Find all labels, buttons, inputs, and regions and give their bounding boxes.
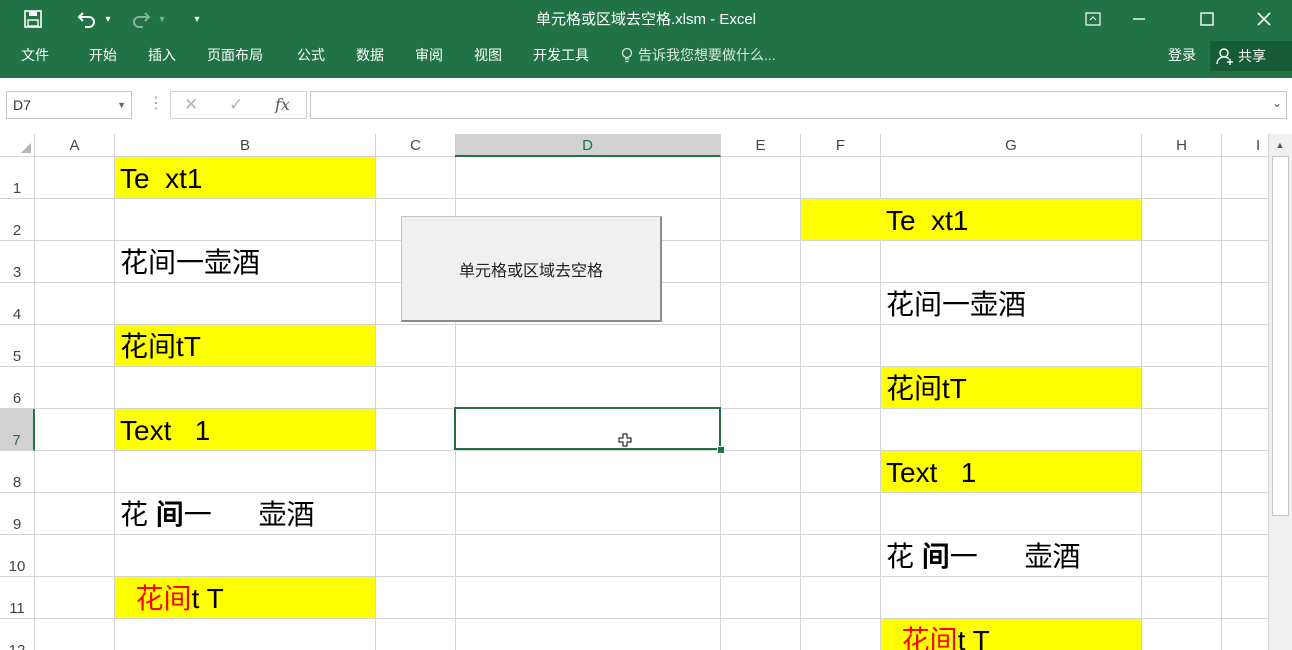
cell-f2-fill xyxy=(801,199,881,240)
tell-me-box[interactable]: 告诉我您想要做什么... xyxy=(620,38,776,72)
expand-formula-bar-icon[interactable]: ⌄ xyxy=(1272,96,1282,110)
cell-b11-text-red: 花间 xyxy=(120,583,192,614)
formula-input[interactable]: ⌄ xyxy=(310,91,1287,119)
tab-view[interactable]: 视图 xyxy=(474,38,502,72)
formula-bar: D7 ▼ ⋮ ✕ ✓ fx ⌄ xyxy=(0,78,1292,134)
cell-g10-text-bold: 间 xyxy=(921,541,950,572)
tab-insert[interactable]: 插入 xyxy=(148,38,176,72)
tab-formulas[interactable]: 公式 xyxy=(297,38,325,72)
tab-file[interactable]: 文件 xyxy=(21,38,49,72)
minimize-icon[interactable] xyxy=(1116,0,1162,38)
cell-b1[interactable]: Te xt1 xyxy=(120,162,202,196)
name-box-dropdown-icon[interactable]: ▼ xyxy=(117,92,126,118)
tab-review[interactable]: 审阅 xyxy=(415,38,443,72)
column-header-d[interactable]: D xyxy=(455,134,721,157)
cell-g6[interactable]: 花间tT xyxy=(886,372,967,406)
tab-data[interactable]: 数据 xyxy=(356,38,384,72)
scroll-thumb[interactable] xyxy=(1272,156,1289,516)
row-header-11[interactable]: 11 xyxy=(0,577,35,619)
name-box-value: D7 xyxy=(13,97,31,113)
column-header-a[interactable]: A xyxy=(35,134,115,157)
cell-b11-text-rest: t T xyxy=(191,583,224,614)
row-header-8[interactable]: 8 xyxy=(0,451,35,493)
cell-g10[interactable]: 花 间一 壶酒 xyxy=(886,540,1080,574)
enter-icon[interactable]: ✓ xyxy=(229,92,243,118)
tab-developer[interactable]: 开发工具 xyxy=(533,38,589,72)
row-header-7[interactable]: 7 xyxy=(0,409,35,451)
lightbulb-icon xyxy=(621,47,633,63)
title-bar: ▾ ▾ ▾ 单元格或区域去空格.xlsm - Excel xyxy=(0,0,1292,38)
row-header-12[interactable]: 12 xyxy=(0,619,35,650)
row-header-4[interactable]: 4 xyxy=(0,283,35,325)
name-box[interactable]: D7 ▼ xyxy=(6,91,132,119)
tell-me-text: 告诉我您想要做什么... xyxy=(638,47,776,63)
redo-icon xyxy=(126,0,156,38)
cell-g10-text-2: 一 壶酒 xyxy=(949,541,1081,572)
cell-b11[interactable]: 花间t T xyxy=(120,582,224,616)
row-header-5[interactable]: 5 xyxy=(0,325,35,367)
save-icon[interactable] xyxy=(18,0,48,38)
cell-b3[interactable]: 花间一壶酒 xyxy=(120,246,260,280)
row-header-9[interactable]: 9 xyxy=(0,493,35,535)
formula-bar-grip-icon[interactable]: ⋮ xyxy=(148,96,164,112)
person-icon xyxy=(1216,48,1233,65)
cell-b9-text-2: 一 壶酒 xyxy=(183,499,315,530)
column-header-b[interactable]: B xyxy=(115,134,376,157)
vertical-scrollbar[interactable]: ▲ xyxy=(1268,134,1292,650)
undo-dropdown-icon[interactable]: ▾ xyxy=(102,0,114,38)
tab-page-layout[interactable]: 页面布局 xyxy=(207,38,263,72)
customize-qat-icon[interactable]: ▾ xyxy=(190,0,204,38)
cell-cursor-icon xyxy=(618,433,632,447)
worksheet-grid[interactable]: A B C D E F G H I 1 2 3 4 5 6 7 8 9 10 1… xyxy=(0,134,1268,650)
login-link[interactable]: 登录 xyxy=(1168,38,1196,72)
redo-dropdown-icon: ▾ xyxy=(159,13,165,25)
cell-g2[interactable]: Te xt1 xyxy=(886,204,968,238)
cell-b5[interactable]: 花间tT xyxy=(120,330,201,364)
share-button[interactable]: 共享 xyxy=(1210,41,1292,71)
insert-function-icon[interactable]: fx xyxy=(275,92,290,118)
fill-handle[interactable] xyxy=(717,446,725,454)
column-header-e[interactable]: E xyxy=(721,134,801,157)
row-header-2[interactable]: 2 xyxy=(0,199,35,241)
cell-b7[interactable]: Text 1 xyxy=(120,414,210,448)
cancel-icon[interactable]: ✕ xyxy=(184,92,198,118)
maximize-icon[interactable] xyxy=(1184,0,1230,38)
cell-b9-text-bold: 间 xyxy=(155,499,184,530)
active-cell-d7[interactable] xyxy=(454,407,721,450)
cell-g8[interactable]: Text 1 xyxy=(886,456,976,490)
column-header-g[interactable]: G xyxy=(881,134,1142,157)
cell-g4[interactable]: 花间一壶酒 xyxy=(886,288,1026,322)
column-header-h[interactable]: H xyxy=(1142,134,1222,157)
column-header-c[interactable]: C xyxy=(376,134,456,157)
tab-home[interactable]: 开始 xyxy=(89,38,117,72)
cell-g12-text-red: 花间 xyxy=(886,625,958,650)
row-header-1[interactable]: 1 xyxy=(0,157,35,199)
cell-g12[interactable]: 花间t T xyxy=(886,624,990,650)
undo-icon[interactable] xyxy=(72,0,102,38)
cell-b9-text-1: 花 xyxy=(120,499,156,530)
select-all-corner[interactable] xyxy=(0,134,35,157)
close-icon[interactable] xyxy=(1241,0,1287,38)
cell-g12-text-rest: t T xyxy=(957,625,990,650)
formula-buttons: ✕ ✓ fx xyxy=(170,91,307,119)
cell-g10-text-1: 花 xyxy=(886,541,922,572)
column-header-f[interactable]: F xyxy=(801,134,881,157)
row-header-6[interactable]: 6 xyxy=(0,367,35,409)
row-header-10[interactable]: 10 xyxy=(0,535,35,577)
ribbon-display-options-icon[interactable] xyxy=(1070,0,1116,38)
ribbon-tabs: 文件 开始 插入 页面布局 公式 数据 审阅 视图 开发工具 告诉我您想要做什么… xyxy=(0,38,1292,78)
cell-b9[interactable]: 花 间一 壶酒 xyxy=(120,498,314,532)
row-header-3[interactable]: 3 xyxy=(0,241,35,283)
macro-button-trim-spaces[interactable]: 单元格或区域去空格 xyxy=(401,216,662,322)
scroll-up-icon[interactable]: ▲ xyxy=(1271,136,1289,154)
column-header-i[interactable]: I xyxy=(1222,134,1268,157)
share-label: 共享 xyxy=(1238,48,1266,64)
